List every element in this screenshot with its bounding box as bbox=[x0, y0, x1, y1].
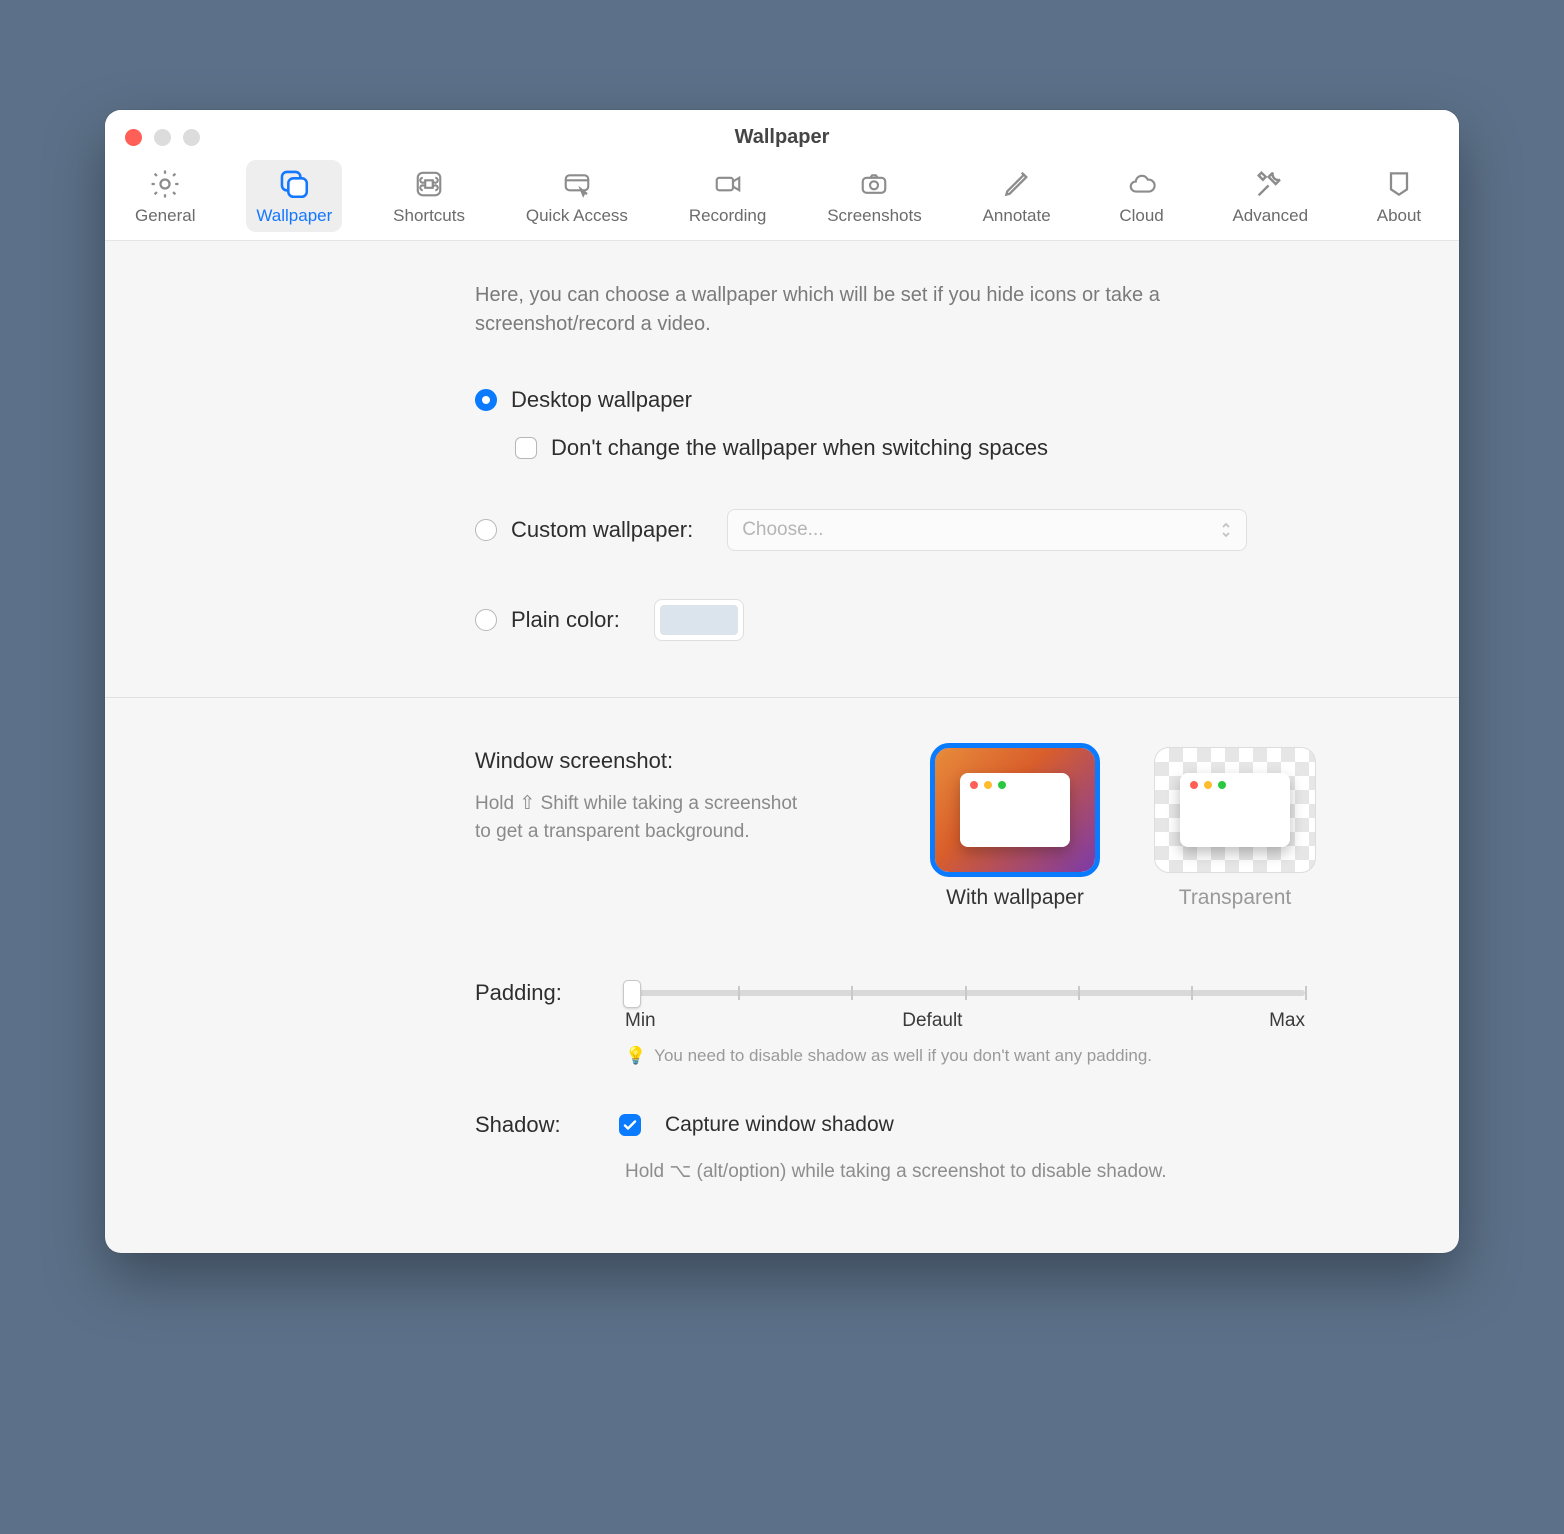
slider-default-label: Default bbox=[902, 1010, 962, 1032]
checkbox-label: Don't change the wallpaper when switchin… bbox=[551, 435, 1048, 461]
tab-screenshots[interactable]: Screenshots bbox=[817, 160, 932, 232]
option-label: Plain color: bbox=[511, 607, 620, 633]
wallpaper-icon bbox=[276, 166, 312, 202]
cloud-icon bbox=[1124, 166, 1160, 202]
slider-thumb[interactable] bbox=[623, 980, 641, 1008]
tab-annotate[interactable]: Annotate bbox=[973, 160, 1061, 232]
minimize-button[interactable] bbox=[154, 129, 171, 146]
video-icon bbox=[710, 166, 746, 202]
tab-label: Recording bbox=[689, 206, 767, 226]
padding-slider[interactable] bbox=[625, 990, 1305, 996]
pencil-icon bbox=[999, 166, 1035, 202]
titlebar: Wallpaper General Wallpaper Shortcuts bbox=[105, 110, 1459, 241]
color-preview bbox=[660, 605, 738, 635]
option-dont-change-spaces[interactable]: Don't change the wallpaper when switchin… bbox=[515, 435, 1399, 461]
thumb-transparent[interactable]: Transparent bbox=[1155, 748, 1315, 910]
tab-quick-access[interactable]: Quick Access bbox=[516, 160, 638, 232]
app-icon bbox=[1381, 166, 1417, 202]
checkbox-capture-shadow[interactable] bbox=[619, 1114, 641, 1136]
tab-about[interactable]: About bbox=[1359, 160, 1439, 232]
thumb-with-wallpaper[interactable]: With wallpaper bbox=[935, 748, 1095, 910]
option-custom-wallpaper[interactable]: Custom wallpaper: Choose... bbox=[475, 509, 1399, 551]
thumb-preview-wallpaper bbox=[935, 748, 1095, 872]
tab-label: Wallpaper bbox=[256, 206, 332, 226]
tab-label: Cloud bbox=[1119, 206, 1163, 226]
custom-wallpaper-popup[interactable]: Choose... bbox=[727, 509, 1247, 551]
padding-hint: You need to disable shadow as well if yo… bbox=[654, 1046, 1152, 1066]
tab-label: Annotate bbox=[983, 206, 1051, 226]
thumb-label: Transparent bbox=[1179, 886, 1291, 910]
slider-max-label: Max bbox=[1269, 1010, 1305, 1032]
preferences-window: Wallpaper General Wallpaper Shortcuts bbox=[105, 110, 1459, 1253]
radio-custom[interactable] bbox=[475, 519, 497, 541]
close-button[interactable] bbox=[125, 129, 142, 146]
gear-icon bbox=[147, 166, 183, 202]
camera-icon bbox=[856, 166, 892, 202]
tab-label: Advanced bbox=[1232, 206, 1308, 226]
tab-label: Screenshots bbox=[827, 206, 922, 226]
tab-label: Shortcuts bbox=[393, 206, 465, 226]
slider-min-label: Min bbox=[625, 1010, 656, 1032]
tab-label: Quick Access bbox=[526, 206, 628, 226]
toolbar: General Wallpaper Shortcuts Quick Access bbox=[105, 150, 1459, 240]
option-plain-color[interactable]: Plain color: bbox=[475, 599, 1399, 641]
checkbox-dont-change[interactable] bbox=[515, 437, 537, 459]
option-label: Custom wallpaper: bbox=[511, 517, 693, 543]
popup-placeholder: Choose... bbox=[742, 519, 823, 541]
tools-icon bbox=[1252, 166, 1288, 202]
radio-desktop[interactable] bbox=[475, 389, 497, 411]
tab-label: General bbox=[135, 206, 195, 226]
command-icon bbox=[411, 166, 447, 202]
intro-text: Here, you can choose a wallpaper which w… bbox=[475, 281, 1195, 339]
option-label: Desktop wallpaper bbox=[511, 387, 692, 413]
shadow-hint: Hold ⌥ (alt/option) while taking a scree… bbox=[625, 1160, 1399, 1183]
shadow-label: Shadow: bbox=[475, 1112, 595, 1138]
tab-shortcuts[interactable]: Shortcuts bbox=[383, 160, 475, 232]
tab-general[interactable]: General bbox=[125, 160, 205, 232]
thumb-preview-transparent bbox=[1155, 748, 1315, 872]
plain-color-swatch[interactable] bbox=[654, 599, 744, 641]
thumb-label: With wallpaper bbox=[946, 886, 1084, 910]
radio-plain[interactable] bbox=[475, 609, 497, 631]
shadow-checkbox-label: Capture window shadow bbox=[665, 1113, 894, 1137]
content: Here, you can choose a wallpaper which w… bbox=[105, 241, 1459, 1253]
traffic-lights bbox=[125, 129, 200, 146]
option-desktop-wallpaper[interactable]: Desktop wallpaper bbox=[475, 387, 1399, 413]
lightbulb-icon: 💡 bbox=[625, 1046, 646, 1066]
tab-recording[interactable]: Recording bbox=[679, 160, 777, 232]
padding-label: Padding: bbox=[475, 980, 595, 1006]
tab-cloud[interactable]: Cloud bbox=[1102, 160, 1182, 232]
tab-advanced[interactable]: Advanced bbox=[1222, 160, 1318, 232]
menubar-icon bbox=[559, 166, 595, 202]
window-screenshot-desc: Hold ⇧ Shift while taking a screenshot t… bbox=[475, 790, 805, 845]
chevrons-icon bbox=[1220, 521, 1232, 539]
tab-label: About bbox=[1377, 206, 1421, 226]
window-title: Wallpaper bbox=[105, 126, 1459, 149]
window-screenshot-title: Window screenshot: bbox=[475, 748, 885, 774]
tab-wallpaper[interactable]: Wallpaper bbox=[246, 160, 342, 232]
zoom-button[interactable] bbox=[183, 129, 200, 146]
